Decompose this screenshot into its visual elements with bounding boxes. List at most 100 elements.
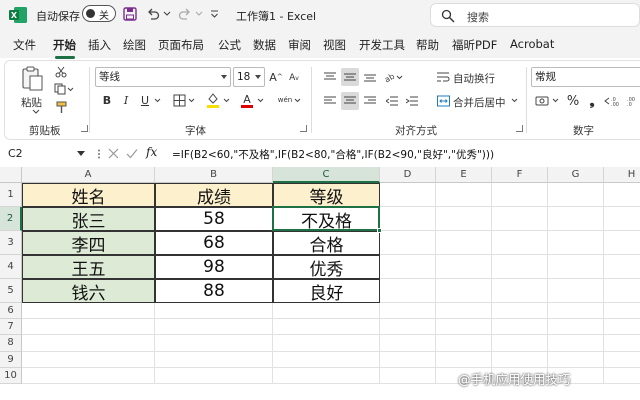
cell-e9[interactable] <box>436 351 492 368</box>
cell-f9[interactable] <box>492 351 548 368</box>
merge-dropdown-icon[interactable] <box>510 97 518 103</box>
redo-dropdown-icon[interactable] <box>194 5 204 23</box>
cell-d4[interactable] <box>380 255 436 279</box>
fill-color-icon[interactable] <box>205 91 221 109</box>
cell-h3[interactable] <box>604 231 640 255</box>
row-header-10[interactable]: 10 <box>0 367 22 384</box>
cell-h7[interactable] <box>604 319 640 336</box>
cell-g4[interactable] <box>548 255 604 279</box>
cell-a8[interactable] <box>22 335 155 352</box>
cell-c10[interactable] <box>273 367 380 384</box>
name-box[interactable]: C2 <box>4 143 89 164</box>
cell-c5[interactable]: 良好 <box>273 279 380 304</box>
undo-dropdown-icon[interactable] <box>162 5 172 23</box>
phonetic-dropdown-icon[interactable] <box>293 97 301 103</box>
cell-e8[interactable] <box>436 335 492 352</box>
cell-c1[interactable]: 等级 <box>273 183 380 208</box>
cell-h9[interactable] <box>604 352 640 368</box>
tab-formulas[interactable]: 公式 <box>218 37 241 53</box>
cell-b5[interactable]: 88 <box>155 279 273 303</box>
tab-acrobat[interactable]: Acrobat <box>510 37 554 51</box>
cell-f7[interactable] <box>492 319 548 336</box>
cell-f2[interactable] <box>492 207 548 231</box>
row-header-8[interactable]: 8 <box>0 335 22 352</box>
row-header-7[interactable]: 7 <box>0 319 22 336</box>
tab-draw[interactable]: 绘图 <box>123 37 146 53</box>
cell-a5[interactable]: 钱六 <box>22 279 155 304</box>
cell-c8[interactable] <box>273 335 380 352</box>
column-header-c[interactable]: C <box>273 167 380 183</box>
cell-d1[interactable] <box>380 183 436 207</box>
tab-review[interactable]: 审阅 <box>288 37 311 53</box>
decrease-indent-icon[interactable] <box>383 92 401 110</box>
cell-a7[interactable] <box>22 319 155 336</box>
accounting-format-icon[interactable] <box>533 92 551 110</box>
column-header-b[interactable]: B <box>155 167 273 183</box>
borders-icon[interactable] <box>171 92 187 108</box>
cell-e4[interactable] <box>436 255 492 279</box>
tab-developer[interactable]: 开发工具 <box>359 37 405 53</box>
cell-c7[interactable] <box>273 319 380 336</box>
column-header-d[interactable]: D <box>380 167 436 183</box>
cell-f4[interactable] <box>492 255 548 279</box>
tab-help[interactable]: 帮助 <box>416 37 439 53</box>
decrease-font-size-icon[interactable]: Av <box>287 70 301 86</box>
worksheet-grid[interactable]: A B C D E F G H 1 姓名 成绩 等级 2 张三 58 不及格 3 李四 68 合格 4 王五 98 优秀 5 钱六… <box>0 167 640 400</box>
cell-b2[interactable]: 58 <box>155 207 273 231</box>
cell-b7[interactable] <box>155 319 273 336</box>
cell-b1[interactable]: 成绩 <box>155 183 273 208</box>
cut-icon[interactable] <box>53 65 69 79</box>
cell-h4[interactable] <box>604 255 640 279</box>
cell-f8[interactable] <box>492 335 548 352</box>
cell-e7[interactable] <box>436 319 492 336</box>
format-painter-icon[interactable] <box>53 100 69 114</box>
cell-c9[interactable] <box>273 351 380 368</box>
cell-d2[interactable] <box>380 207 436 231</box>
cell-f1[interactable] <box>492 183 548 207</box>
row-header-1[interactable]: 1 <box>0 183 22 207</box>
merge-center-label[interactable]: 合并后居中 <box>453 95 506 110</box>
bottom-align-icon[interactable] <box>361 68 379 86</box>
increase-decimal-icon[interactable]: .0.00 <box>603 92 625 110</box>
row-header-5[interactable]: 5 <box>0 279 22 303</box>
cell-h8[interactable] <box>604 335 640 352</box>
tab-data[interactable]: 数据 <box>253 37 276 53</box>
column-header-h[interactable]: H <box>604 167 640 183</box>
cell-h2[interactable] <box>604 207 640 231</box>
cell-c6[interactable] <box>273 303 380 320</box>
fill-color-dropdown-icon[interactable] <box>222 97 230 103</box>
cancel-icon[interactable] <box>108 148 119 159</box>
align-center-icon[interactable] <box>341 92 359 110</box>
cell-g1[interactable] <box>548 183 604 207</box>
tab-insert[interactable]: 插入 <box>88 37 111 53</box>
row-header-4[interactable]: 4 <box>0 255 22 279</box>
cell-a3[interactable]: 李四 <box>22 231 155 256</box>
borders-dropdown-icon[interactable] <box>187 97 195 103</box>
cell-g6[interactable] <box>548 303 604 320</box>
cell-d8[interactable] <box>380 335 436 352</box>
alignment-launcher-icon[interactable] <box>516 125 523 132</box>
undo-icon[interactable] <box>144 5 162 23</box>
cell-a2[interactable]: 张三 <box>22 207 155 232</box>
cell-a1[interactable]: 姓名 <box>22 183 155 208</box>
cell-c4[interactable]: 优秀 <box>273 255 380 280</box>
comma-style-icon[interactable]: ❟ <box>585 92 599 110</box>
row-header-9[interactable]: 9 <box>0 351 22 368</box>
decrease-decimal-icon[interactable]: .00.0 <box>625 92 640 110</box>
copy-icon[interactable] <box>53 82 75 96</box>
underline-button[interactable]: U <box>138 92 152 108</box>
font-size-combo[interactable]: 18 <box>233 67 265 87</box>
autosave-toggle[interactable]: 关 <box>82 5 116 22</box>
cell-g5[interactable] <box>548 279 604 303</box>
save-icon[interactable] <box>121 5 139 23</box>
merge-center-icon[interactable] <box>435 92 451 110</box>
insert-function-button[interactable]: fx <box>146 145 157 159</box>
paste-label[interactable]: 粘贴 <box>21 95 42 110</box>
search-box[interactable]: 搜索 <box>430 3 640 27</box>
accounting-dropdown-icon[interactable] <box>551 97 559 103</box>
cell-d7[interactable] <box>380 319 436 336</box>
cell-a4[interactable]: 王五 <box>22 255 155 280</box>
cell-d10[interactable] <box>380 367 436 384</box>
cell-e5[interactable] <box>436 279 492 303</box>
cell-b4[interactable]: 98 <box>155 255 273 279</box>
